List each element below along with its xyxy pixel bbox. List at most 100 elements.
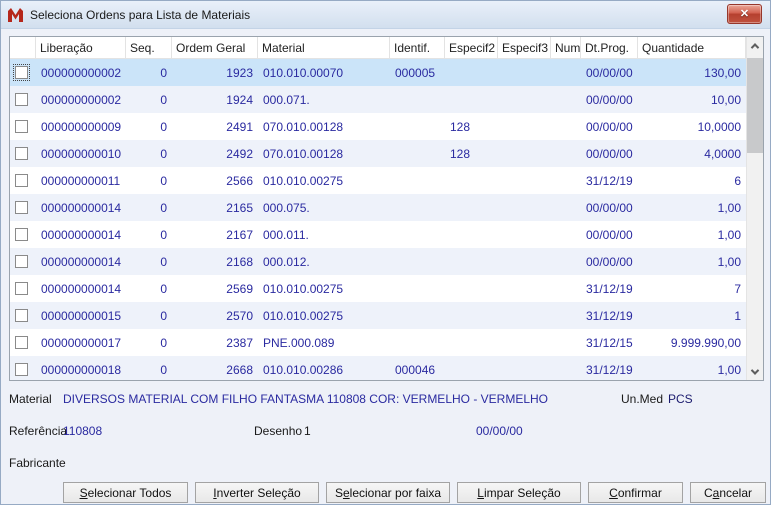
column-header-material[interactable]: Material <box>258 37 390 58</box>
column-header-checkbox <box>10 37 36 58</box>
cell-ordem: 2570 <box>226 308 253 323</box>
cell-quantidade: 1,00 <box>717 227 741 242</box>
vertical-scrollbar[interactable] <box>746 37 763 380</box>
cell-seq: 0 <box>160 308 167 323</box>
cell-seq: 0 <box>160 335 167 350</box>
cancelar-button[interactable]: Ca ncelar <box>690 482 766 503</box>
row-checkbox[interactable] <box>15 336 28 349</box>
column-header-quantidade[interactable]: Quantidade <box>638 37 746 58</box>
date-value: 00/00/00 <box>476 424 523 438</box>
cell-material: 010.010.00275 <box>263 308 344 323</box>
cell-liberacao: 000000000017 <box>41 335 122 350</box>
column-header-ordem[interactable]: Ordem Geral <box>172 37 258 58</box>
cell-dtprog: 31/12/15 <box>586 335 633 350</box>
cell-seq: 0 <box>160 200 167 215</box>
cell-dtprog: 31/12/19 <box>586 173 633 188</box>
cell-material: PNE.000.089 <box>263 335 335 350</box>
table-row[interactable]: 000000000014 0 2168 000.012. 00/00/00 1,00 <box>10 248 746 275</box>
row-checkbox[interactable] <box>15 228 28 241</box>
confirmar-button[interactable]: Confirmar <box>588 482 683 503</box>
row-checkbox[interactable] <box>15 201 28 214</box>
checkbox-cell <box>10 282 36 295</box>
inverter-selecao-button[interactable]: Inverter Seleção <box>195 482 319 503</box>
row-checkbox[interactable] <box>15 120 28 133</box>
cell-liberacao: 000000000002 <box>41 92 122 107</box>
cell-ordem: 2492 <box>226 146 253 161</box>
cell-ordem: 2165 <box>226 200 253 215</box>
cell-seq: 0 <box>160 173 167 188</box>
column-header-especif3[interactable]: Especif3 <box>498 37 551 58</box>
row-checkbox[interactable] <box>15 309 28 322</box>
cell-material: 070.010.00128 <box>263 119 344 134</box>
unmed-label: Un.Med <box>621 392 664 406</box>
cell-seq: 0 <box>160 362 167 377</box>
cell-liberacao: 000000000014 <box>41 227 122 242</box>
cell-ordem: 2168 <box>226 254 253 269</box>
table-row[interactable]: 000000000014 0 2165 000.075. 00/00/00 1,00 <box>10 194 746 221</box>
row-checkbox[interactable] <box>15 282 28 295</box>
selecionar-por-faixa-button[interactable]: Se lecionar por faixa <box>326 482 450 503</box>
cell-ordem: 1923 <box>226 65 253 80</box>
checkbox-cell <box>10 363 36 376</box>
cell-material: 010.010.00275 <box>263 281 344 296</box>
row-checkbox[interactable] <box>15 147 28 160</box>
app-icon <box>8 7 23 22</box>
table-row[interactable]: 000000000015 0 2570 010.010.00275 31/12/19 1 <box>10 302 746 329</box>
scroll-down-button[interactable] <box>747 363 763 380</box>
cell-material: 010.010.00070 <box>263 65 344 80</box>
checkbox-cell <box>10 174 36 187</box>
checkbox-cell <box>10 309 36 322</box>
selecionar-todos-button[interactable]: Selecionar Todos <box>63 482 188 503</box>
referencia-label: Referência <box>9 424 68 438</box>
chevron-up-icon <box>750 42 760 52</box>
column-header-identif[interactable]: Identif. <box>390 37 445 58</box>
table-row[interactable]: 000000000002 0 1924 000.071. 00/00/00 10,00 <box>10 86 746 113</box>
titlebar: Seleciona Ordens para Lista de Materiais… <box>1 1 770 29</box>
table-row[interactable]: 000000000017 0 2387 PNE.000.089 31/12/15 9.99… <box>10 329 746 356</box>
orders-grid: Liberação Seq. Ordem Geral Material Identif.… <box>9 36 764 381</box>
cell-ordem: 2167 <box>226 227 253 242</box>
button-row: Selecionar Todos Inverter Seleção Se lecion… <box>63 482 766 503</box>
cell-especif2: 128 <box>450 119 471 134</box>
close-button[interactable]: ✕ <box>727 4 762 24</box>
checkbox-cell <box>10 64 36 81</box>
table-row[interactable]: 000000000011 0 2566 010.010.00275 31/12/19 6 <box>10 167 746 194</box>
cell-liberacao: 000000000009 <box>41 119 122 134</box>
cell-dtprog: 00/00/00 <box>586 200 633 215</box>
table-row[interactable]: 000000000009 0 2491 070.010.00128 128 00/00/0… <box>10 113 746 140</box>
cell-dtprog: 00/00/00 <box>586 254 633 269</box>
row-checkbox[interactable] <box>13 64 30 81</box>
row-checkbox[interactable] <box>15 363 28 376</box>
cell-liberacao: 000000000014 <box>41 200 122 215</box>
column-header-liberacao[interactable]: Liberação <box>36 37 126 58</box>
cell-dtprog: 00/00/00 <box>586 227 633 242</box>
checkbox-cell <box>10 255 36 268</box>
scroll-up-button[interactable] <box>747 37 763 54</box>
checkbox-cell <box>10 147 36 160</box>
column-header-num[interactable]: Num <box>551 37 581 58</box>
row-checkbox[interactable] <box>15 93 28 106</box>
cell-ordem: 2569 <box>226 281 253 296</box>
cell-quantidade: 1,00 <box>717 362 741 377</box>
column-header-especif2[interactable]: Especif2 <box>445 37 498 58</box>
cell-seq: 0 <box>160 119 167 134</box>
window-title: Seleciona Ordens para Lista de Materiais <box>30 7 251 22</box>
table-row[interactable]: 000000000014 0 2167 000.011. 00/00/00 1,00 <box>10 221 746 248</box>
cell-quantidade: 7 <box>734 281 741 296</box>
row-checkbox[interactable] <box>15 255 28 268</box>
scrollbar-thumb[interactable] <box>747 58 763 153</box>
table-row[interactable]: 000000000002 0 1923 010.010.00070 000005 00/0… <box>10 59 746 86</box>
table-row[interactable]: 000000000014 0 2569 010.010.00275 31/12/19 7 <box>10 275 746 302</box>
checkbox-cell <box>10 336 36 349</box>
cell-liberacao: 000000000015 <box>41 308 122 323</box>
row-checkbox[interactable] <box>15 174 28 187</box>
cell-material: 000.075. <box>263 200 310 215</box>
cell-material: 010.010.00275 <box>263 173 344 188</box>
column-header-seq[interactable]: Seq. <box>126 37 172 58</box>
table-row[interactable]: 000000000010 0 2492 070.010.00128 128 00/00/0… <box>10 140 746 167</box>
limpar-selecao-button[interactable]: Limpar Seleção <box>457 482 581 503</box>
column-header-dtprog[interactable]: Dt.Prog. <box>581 37 638 58</box>
cell-liberacao: 000000000014 <box>41 254 122 269</box>
cell-dtprog: 00/00/00 <box>586 92 633 107</box>
table-row[interactable]: 000000000018 0 2668 010.010.00286 000046 31/1… <box>10 356 746 380</box>
